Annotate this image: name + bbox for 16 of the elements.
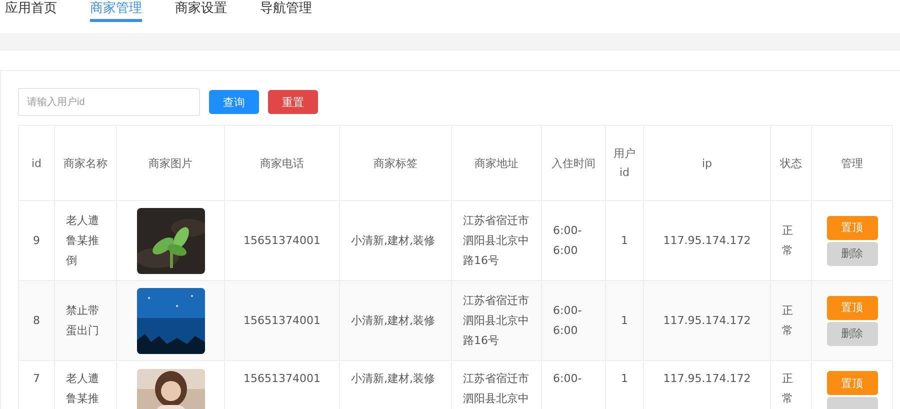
id-cell: 8 xyxy=(18,280,54,360)
column-header: id xyxy=(18,126,54,200)
delete-button[interactable]: 删除 xyxy=(826,322,878,346)
delete-button[interactable]: 删除 xyxy=(826,242,878,266)
nav-tab[interactable]: 应用首页 xyxy=(5,0,57,22)
reset-button[interactable]: 重置 xyxy=(268,90,318,114)
query-button[interactable]: 查询 xyxy=(209,90,259,114)
nav-tab[interactable]: 商家设置 xyxy=(175,0,227,22)
id-cell: 9 xyxy=(18,200,54,280)
nav-tab[interactable]: 商家管理 xyxy=(90,0,142,22)
pin-button[interactable]: 置顶 xyxy=(826,371,878,395)
pin-button[interactable]: 置顶 xyxy=(826,216,878,240)
pin-button[interactable]: 置顶 xyxy=(826,296,878,320)
user-id-search-field[interactable]: 请输入用户id xyxy=(18,88,200,116)
id-cell: 7 xyxy=(18,360,54,409)
nav-tab[interactable]: 导航管理 xyxy=(260,0,312,22)
